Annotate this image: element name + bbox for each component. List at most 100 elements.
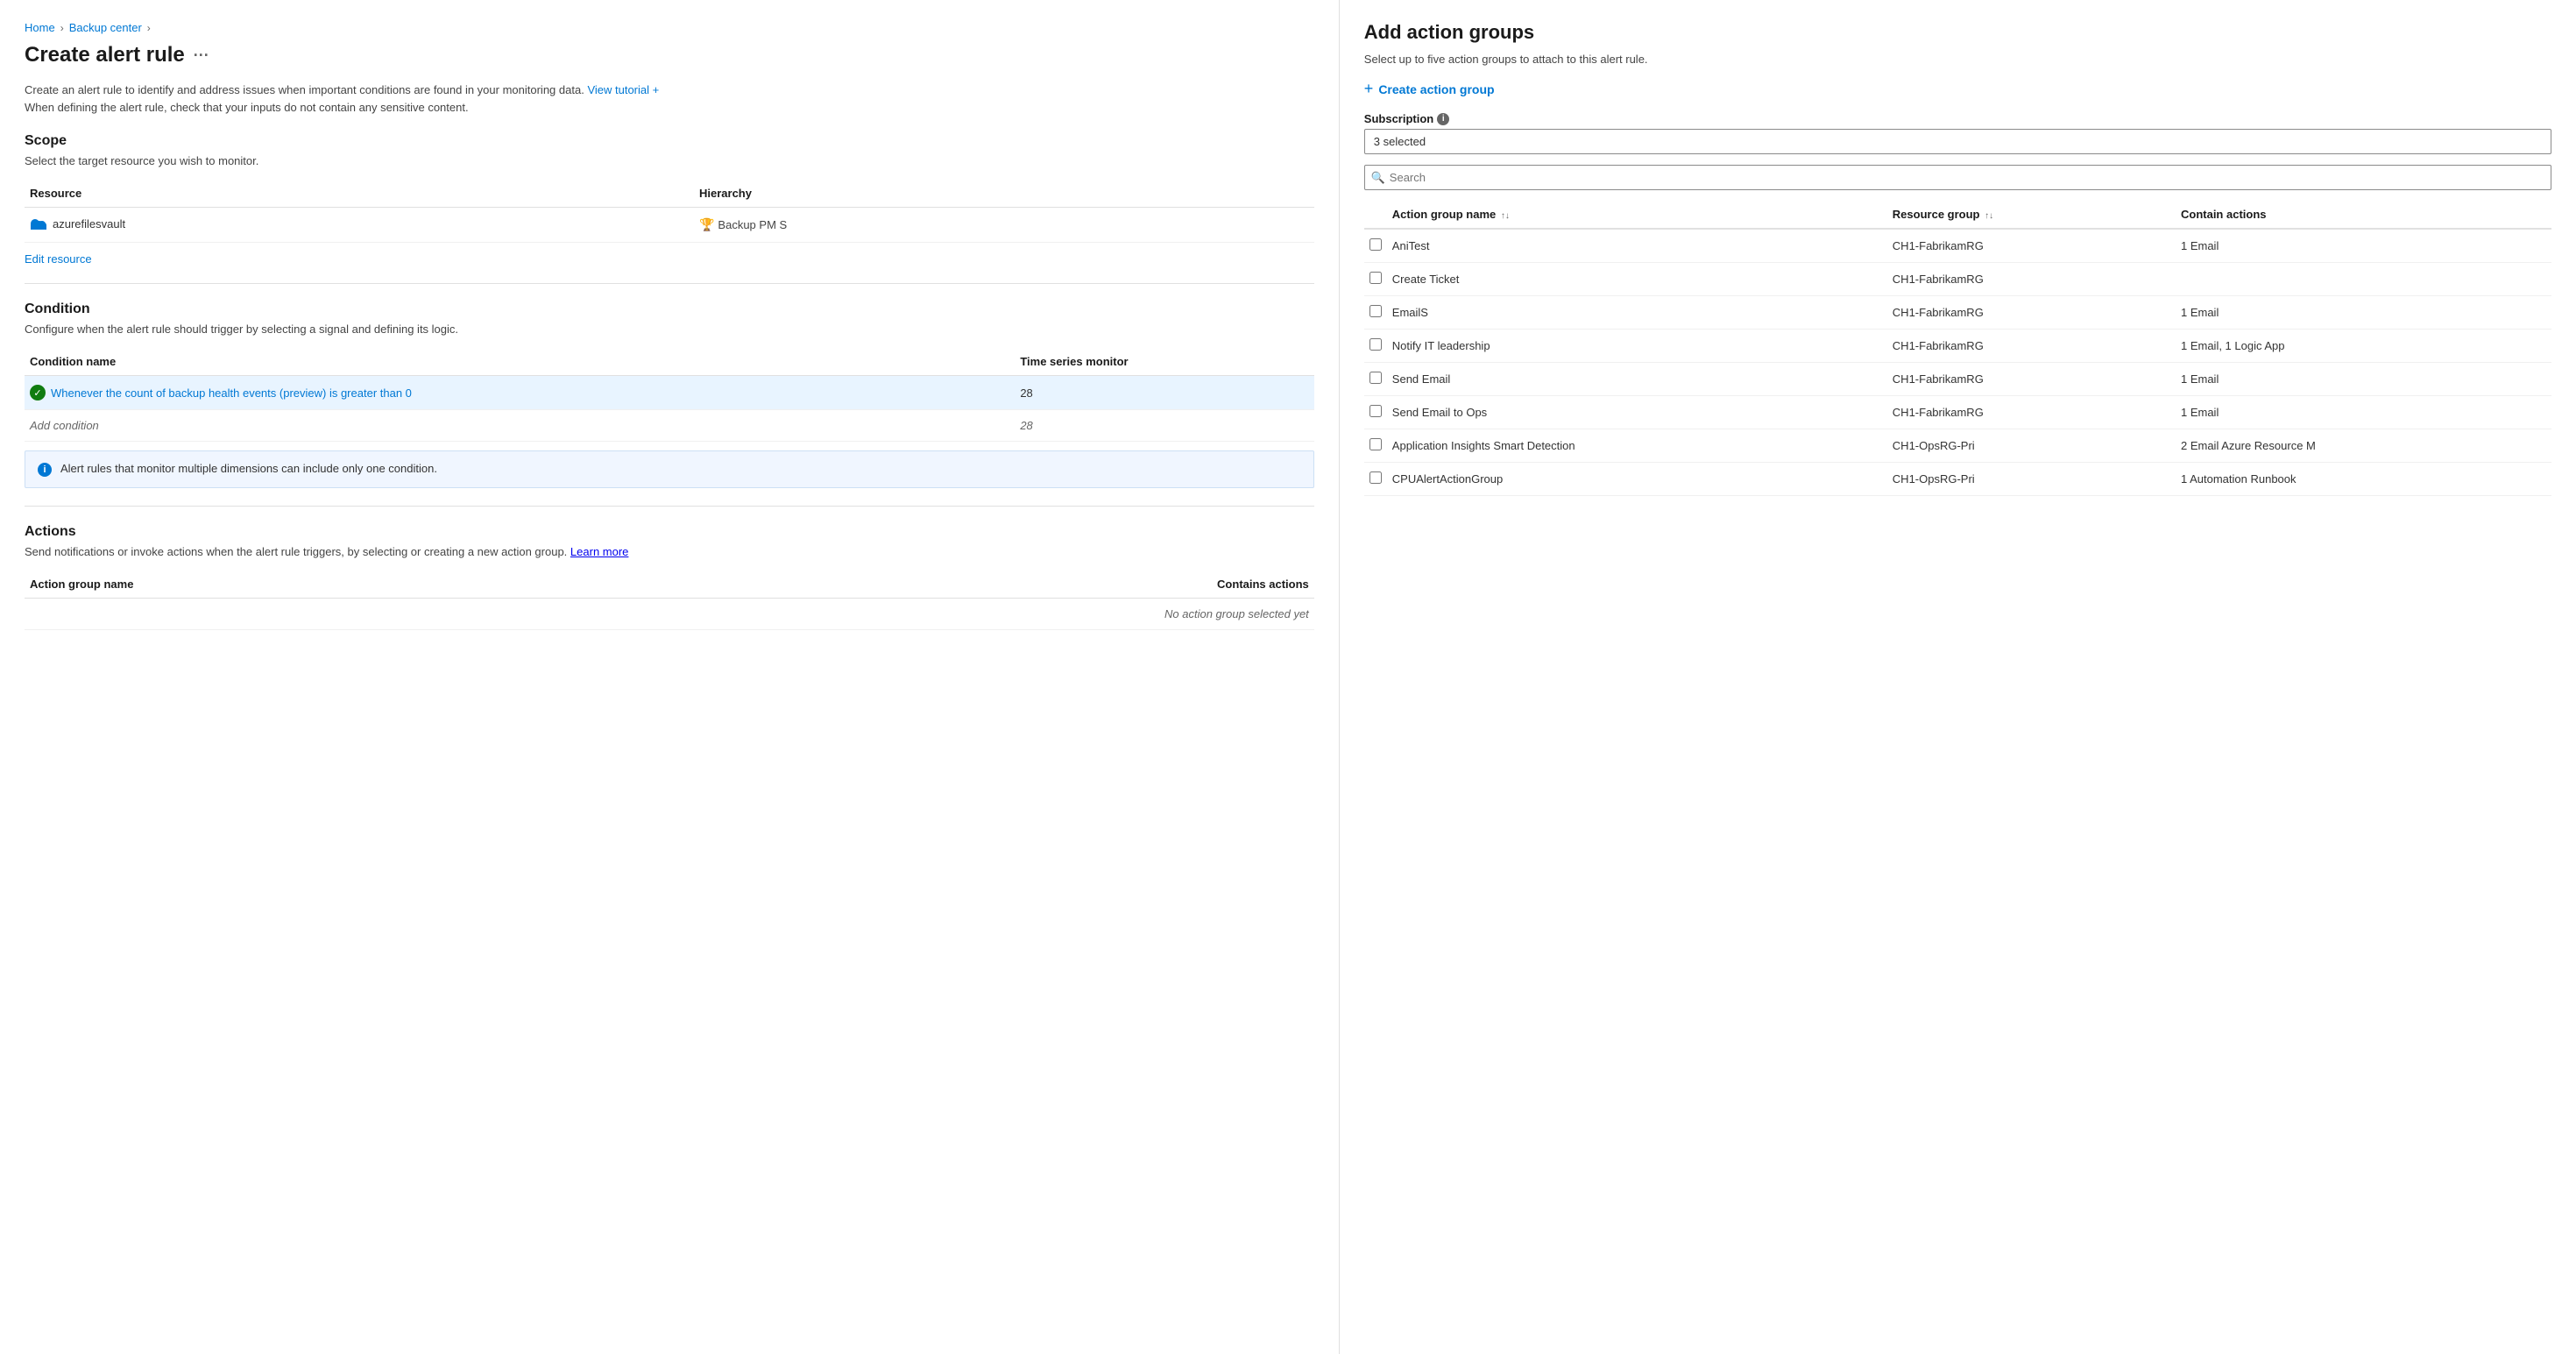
row-checkbox[interactable] (1369, 438, 1382, 450)
table-header-row: Action group name ↑↓ Resource group ↑↓ C… (1364, 201, 2551, 229)
search-input[interactable] (1364, 165, 2551, 190)
row-checkbox-cell (1364, 429, 1387, 463)
contain-actions-col-header: Contain actions (2176, 201, 2551, 229)
resource-group-cell: CH1-FabrikamRG (1887, 263, 2176, 296)
resource-group-col-header: Resource group ↑↓ (1887, 201, 2176, 229)
action-group-name-col-header: Action group name (25, 571, 705, 599)
contain-actions-cell: 1 Email (2176, 296, 2551, 330)
row-checkbox[interactable] (1369, 405, 1382, 417)
row-checkbox-cell (1364, 463, 1387, 496)
actions-heading: Actions (25, 524, 1314, 540)
resource-group-cell: CH1-FabrikamRG (1887, 330, 2176, 363)
condition-value-cell: 28 (1015, 376, 1313, 410)
resource-group-sort-icon[interactable]: ↑↓ (1985, 211, 1993, 221)
table-row[interactable]: Send Email to Ops CH1-FabrikamRG 1 Email (1364, 396, 2551, 429)
condition-row: ✓ Whenever the count of backup health ev… (30, 385, 1009, 401)
resource-group-cell: CH1-FabrikamRG (1887, 229, 2176, 263)
learn-more-link[interactable]: Learn more (570, 545, 628, 558)
row-checkbox-cell (1364, 363, 1387, 396)
ag-name-cell: Application Insights Smart Detection (1387, 429, 1887, 463)
panel-subtitle: Select up to five action groups to attac… (1364, 53, 2551, 66)
ag-name-cell: Send Email to Ops (1387, 396, 1887, 429)
contain-actions-cell: 1 Email (2176, 229, 2551, 263)
condition-name-cell: ✓ Whenever the count of backup health ev… (25, 376, 1015, 410)
contain-actions-cell: 1 Email, 1 Logic App (2176, 330, 2551, 363)
ag-name-cell: EmailS (1387, 296, 1887, 330)
description-text: Create an alert rule to identify and add… (25, 82, 1314, 116)
row-checkbox[interactable] (1369, 338, 1382, 351)
scope-heading: Scope (25, 133, 1314, 149)
right-panel: Add action groups Select up to five acti… (1340, 0, 2576, 1354)
table-row[interactable]: AniTest CH1-FabrikamRG 1 Email (1364, 229, 2551, 263)
contain-actions-cell: 1 Email (2176, 396, 2551, 429)
view-tutorial-link[interactable]: View tutorial + (587, 83, 659, 96)
cloud-icon (30, 216, 47, 230)
no-action-group-cell: No action group selected yet (25, 599, 1314, 630)
resource-group-cell: CH1-FabrikamRG (1887, 363, 2176, 396)
actions-desc: Send notifications or invoke actions whe… (25, 545, 1314, 558)
action-groups-table: Action group name ↑↓ Resource group ↑↓ C… (1364, 201, 2551, 496)
time-series-col-header: Time series monitor (1015, 348, 1313, 376)
trophy-icon: 🏆 (699, 217, 714, 232)
ag-name-cell: CPUAlertActionGroup (1387, 463, 1887, 496)
ag-name-cell: AniTest (1387, 229, 1887, 263)
table-row: No action group selected yet (25, 599, 1314, 630)
row-checkbox-cell (1364, 296, 1387, 330)
table-row[interactable]: EmailS CH1-FabrikamRG 1 Email (1364, 296, 2551, 330)
create-action-group-button[interactable]: + Create action group (1364, 80, 1495, 98)
condition-heading: Condition (25, 301, 1314, 317)
hierarchy-cell: 🏆 Backup PM S (694, 208, 1314, 243)
resource-col-header: Resource (25, 180, 694, 208)
left-panel: Home › Backup center › Create alert rule… (0, 0, 1340, 1354)
table-row[interactable]: ✓ Whenever the count of backup health ev… (25, 376, 1314, 410)
table-row[interactable]: Create Ticket CH1-FabrikamRG (1364, 263, 2551, 296)
table-row[interactable]: Send Email CH1-FabrikamRG 1 Email (1364, 363, 2551, 396)
page-title: Create alert rule ··· (25, 43, 1314, 67)
resource-icon-wrapper: azurefilesvault (30, 216, 125, 230)
breadcrumb-backup-center[interactable]: Backup center (69, 21, 142, 34)
resource-group-cell: CH1-OpsRG-Pri (1887, 429, 2176, 463)
table-row[interactable]: CPUAlertActionGroup CH1-OpsRG-Pri 1 Auto… (1364, 463, 2551, 496)
row-checkbox[interactable] (1369, 272, 1382, 284)
row-checkbox[interactable] (1369, 471, 1382, 484)
row-checkbox[interactable] (1369, 372, 1382, 384)
resource-group-cell: CH1-FabrikamRG (1887, 296, 2176, 330)
row-checkbox-cell (1364, 330, 1387, 363)
subscription-label: Subscription i (1364, 112, 2551, 125)
row-checkbox[interactable] (1369, 238, 1382, 251)
table-row[interactable]: Application Insights Smart Detection CH1… (1364, 429, 2551, 463)
edit-resource-link[interactable]: Edit resource (25, 252, 92, 266)
table-row[interactable]: Notify IT leadership CH1-FabrikamRG 1 Em… (1364, 330, 2551, 363)
green-check-icon: ✓ (30, 385, 46, 401)
breadcrumb: Home › Backup center › (25, 21, 1314, 34)
resource-group-cell: CH1-OpsRG-Pri (1887, 463, 2176, 496)
add-condition-cell: Add condition (25, 410, 1015, 442)
subscription-info-icon: i (1437, 113, 1449, 125)
checkbox-col-header (1364, 201, 1387, 229)
condition-table: Condition name Time series monitor ✓ Whe… (25, 348, 1314, 442)
ag-name-cell: Notify IT leadership (1387, 330, 1887, 363)
ag-name-sort-icon[interactable]: ↑↓ (1501, 211, 1510, 221)
actions-table: Action group name Contains actions No ac… (25, 571, 1314, 630)
contains-actions-col-header: Contains actions (705, 571, 1314, 599)
ellipsis-menu[interactable]: ··· (194, 46, 209, 65)
condition-link[interactable]: Whenever the count of backup health even… (51, 386, 412, 400)
condition-desc: Configure when the alert rule should tri… (25, 323, 1314, 336)
resource-group-cell: CH1-FabrikamRG (1887, 396, 2176, 429)
row-checkbox[interactable] (1369, 305, 1382, 317)
subscription-select[interactable]: 3 selected (1364, 129, 2551, 154)
search-icon: 🔍 (1371, 171, 1385, 185)
condition-name-col-header: Condition name (25, 348, 1015, 376)
search-wrapper: 🔍 (1364, 165, 2551, 190)
info-box: i Alert rules that monitor multiple dime… (25, 450, 1314, 488)
ag-name-cell: Create Ticket (1387, 263, 1887, 296)
panel-title: Add action groups (1364, 21, 2551, 44)
actions-divider (25, 506, 1314, 507)
scope-desc: Select the target resource you wish to m… (25, 154, 1314, 167)
plus-icon: + (1364, 80, 1374, 98)
resource-cell: azurefilesvault (25, 208, 694, 243)
table-row[interactable]: Add condition 28 (25, 410, 1314, 442)
add-condition-value-cell: 28 (1015, 410, 1313, 442)
breadcrumb-home[interactable]: Home (25, 21, 55, 34)
contain-actions-cell (2176, 263, 2551, 296)
